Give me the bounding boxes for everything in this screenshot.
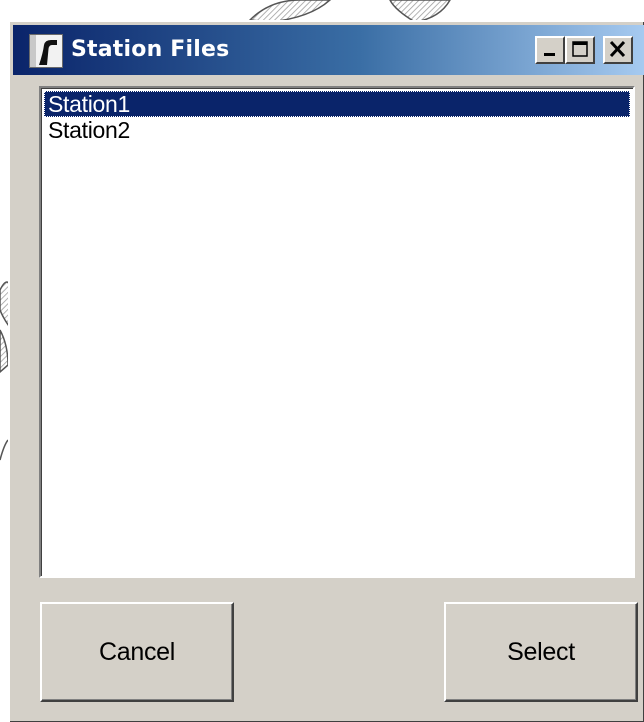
- station-files-dialog: Station Files Station1 Station2 Cancel S…: [8, 20, 644, 722]
- maximize-icon: [572, 41, 588, 57]
- window-title: Station Files: [71, 37, 230, 62]
- minimize-button[interactable]: [535, 36, 565, 64]
- maximize-button[interactable]: [565, 36, 595, 64]
- close-button[interactable]: [603, 36, 633, 64]
- list-item-station2[interactable]: Station2: [44, 117, 630, 143]
- title-bar[interactable]: Station Files: [13, 25, 644, 75]
- station-list[interactable]: Station1 Station2: [39, 86, 635, 578]
- app-icon: [29, 34, 63, 68]
- list-item-station1[interactable]: Station1: [44, 91, 630, 117]
- select-button[interactable]: Select: [444, 602, 638, 702]
- minimize-icon: [544, 53, 555, 56]
- cancel-button[interactable]: Cancel: [40, 602, 234, 702]
- close-icon: [609, 40, 626, 58]
